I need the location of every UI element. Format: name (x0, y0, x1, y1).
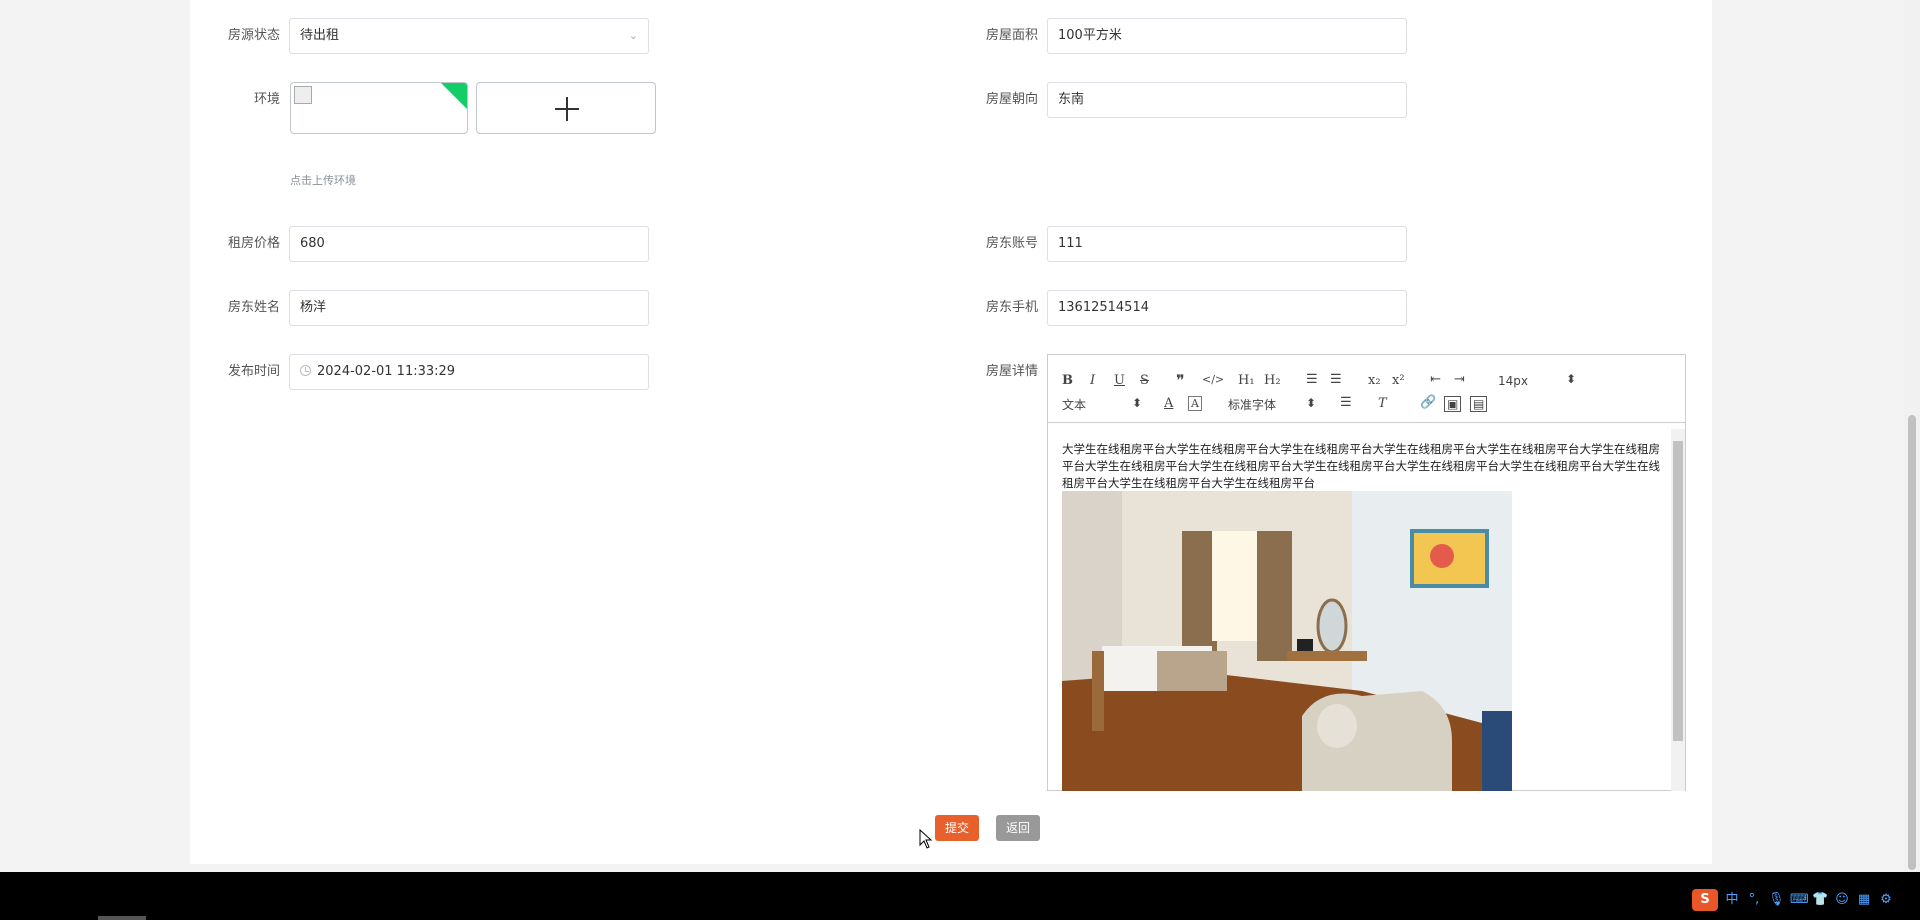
environment-label: 环境 (253, 92, 280, 107)
indent-icon[interactable]: ⇥ (1454, 372, 1465, 387)
broken-image-icon (294, 86, 312, 104)
video-icon[interactable]: ▤ (1470, 396, 1488, 412)
area-label: 房屋面积 (985, 28, 1038, 43)
page-scroll-thumb[interactable] (1908, 415, 1916, 870)
font-size-select[interactable]: 14px (1498, 374, 1528, 388)
h1-icon[interactable]: H₁ (1238, 373, 1255, 388)
landlord-name-label: 房东姓名 (227, 300, 280, 315)
font-arrows-icon: ⬍ (1306, 396, 1317, 410)
settings-icon[interactable]: ⚙ (1878, 892, 1894, 908)
skin-icon[interactable]: 👕 (1812, 892, 1828, 908)
mouse-cursor-icon (919, 829, 933, 849)
plus-icon (555, 97, 579, 121)
orientation-label: 房屋朝向 (985, 92, 1038, 107)
align-icon[interactable]: ☰ (1340, 395, 1352, 410)
status-select[interactable]: 待出租 ⌄ (289, 18, 649, 54)
room-photo (1062, 491, 1512, 791)
microphone-icon[interactable]: 🎙 (1768, 892, 1785, 908)
header-select[interactable]: 文本 (1062, 396, 1086, 413)
page-scrollbar[interactable] (1904, 0, 1920, 872)
status-label: 房源状态 (227, 28, 280, 43)
price-input[interactable]: 680 (289, 226, 649, 262)
header-arrows-icon: ⬍ (1132, 396, 1143, 410)
rich-text-editor[interactable]: B I U S ❞ </> H₁ H₂ ☰ ☰ x₂ x² ⇤ ⇥ 14px ⬍… (1047, 354, 1686, 791)
publish-time-picker[interactable]: 2024-02-01 11:33:29 (289, 354, 649, 390)
taskbar-active-indicator (98, 916, 146, 920)
bold-icon[interactable]: B (1062, 373, 1073, 388)
blockquote-icon[interactable]: ❞ (1176, 371, 1185, 390)
underline-icon[interactable]: U (1114, 373, 1125, 388)
landlord-account-input[interactable]: 111 (1047, 226, 1407, 262)
back-button[interactable]: 返回 (996, 815, 1040, 841)
bullet-list-icon[interactable]: ☰ (1330, 372, 1342, 387)
editor-content-text[interactable]: 大学生在线租房平台大学生在线租房平台大学生在线租房平台大学生在线租房平台大学生在… (1062, 441, 1662, 492)
publish-time-label: 发布时间 (227, 364, 280, 379)
toolbox-icon[interactable]: ▦ (1856, 892, 1872, 908)
image-icon[interactable]: ▣ (1444, 396, 1462, 412)
clock-icon (300, 365, 311, 376)
subscript-icon[interactable]: x₂ (1368, 373, 1381, 388)
keyboard-icon[interactable]: ⌨ (1790, 892, 1809, 908)
landlord-phone-label: 房东手机 (985, 300, 1038, 315)
publish-time-value: 2024-02-01 11:33:29 (317, 364, 456, 379)
h2-icon[interactable]: H₂ (1264, 373, 1281, 388)
editor-scrollbar[interactable] (1671, 429, 1685, 791)
punctuation-icon[interactable]: °, (1746, 892, 1762, 908)
code-icon[interactable]: </> (1202, 373, 1224, 386)
status-value: 待出租 (300, 28, 340, 43)
ime-mode-label[interactable]: 中 (1724, 892, 1740, 908)
upload-hint: 点击上传环境 (290, 174, 356, 187)
background-color-icon[interactable]: A (1188, 396, 1202, 411)
upload-add-button[interactable] (476, 82, 656, 134)
taskbar (0, 872, 1920, 920)
system-tray: S 中 °, 🎙 ⌨ 👕 ☺ ▦ ⚙ (1692, 889, 1894, 911)
ordered-list-icon[interactable]: ☰ (1306, 372, 1318, 387)
chevron-down-icon: ⌄ (628, 29, 638, 42)
superscript-icon[interactable]: x² (1392, 373, 1405, 388)
landlord-name-input[interactable]: 杨洋 (289, 290, 649, 326)
success-corner-icon (441, 83, 467, 109)
font-size-arrows-icon: ⬍ (1566, 372, 1577, 386)
sogou-ime-icon[interactable]: S (1692, 889, 1718, 911)
details-label: 房屋详情 (985, 364, 1038, 379)
assistant-icon[interactable]: ☺ (1834, 892, 1850, 908)
landlord-account-label: 房东账号 (985, 236, 1038, 251)
editor-toolbar: B I U S ❞ </> H₁ H₂ ☰ ☰ x₂ x² ⇤ ⇥ 14px ⬍… (1048, 371, 1685, 423)
italic-icon[interactable]: I (1090, 373, 1095, 388)
font-family-select[interactable]: 标准字体 (1228, 396, 1276, 413)
strike-icon[interactable]: S (1140, 373, 1149, 388)
uploaded-image-thumb[interactable] (290, 82, 468, 134)
submit-button[interactable]: 提交 (935, 815, 979, 841)
orientation-input[interactable]: 东南 (1047, 82, 1407, 118)
area-input[interactable]: 100平方米 (1047, 18, 1407, 54)
editor-scroll-thumb[interactable] (1673, 441, 1683, 741)
outdent-icon[interactable]: ⇤ (1430, 372, 1441, 387)
landlord-phone-input[interactable]: 13612514514 (1047, 290, 1407, 326)
text-color-icon[interactable]: A (1164, 396, 1173, 411)
price-label: 租房价格 (227, 236, 280, 251)
clear-format-icon[interactable]: T (1378, 396, 1387, 411)
link-icon[interactable]: 🔗 (1420, 395, 1436, 410)
